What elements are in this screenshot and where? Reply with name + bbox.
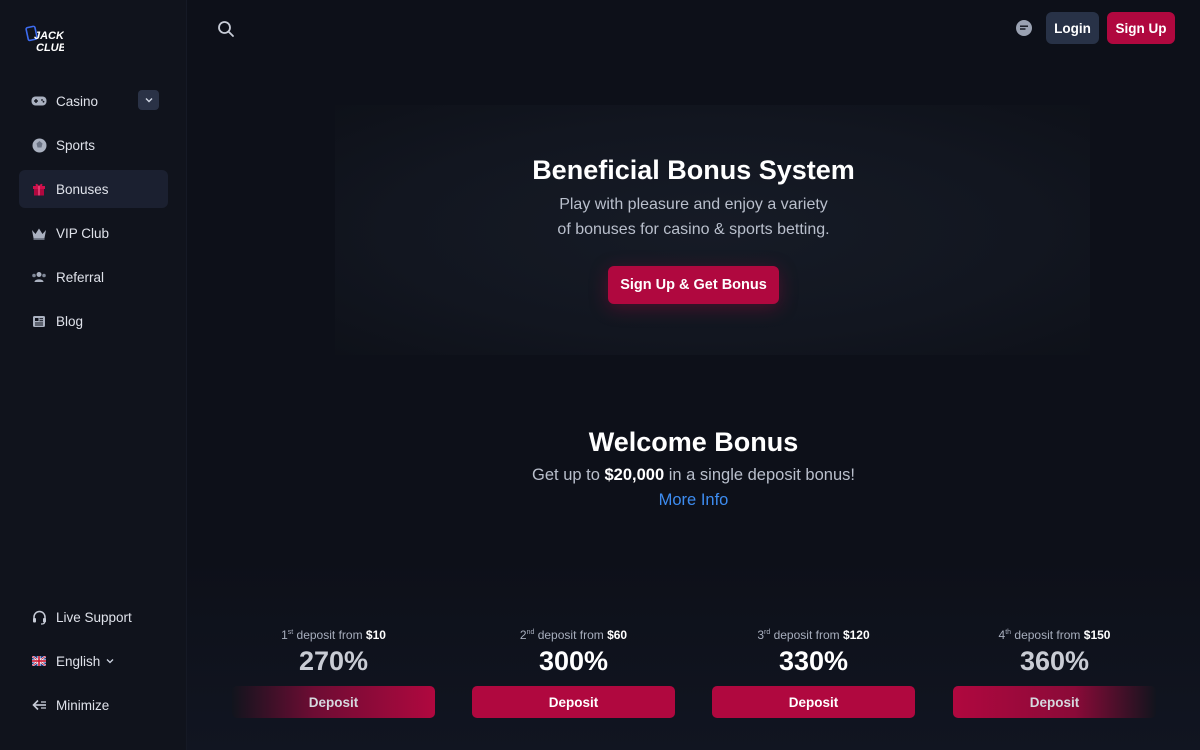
deposit-label-text: deposit from <box>1011 628 1084 642</box>
language-selector[interactable]: English <box>19 642 168 680</box>
deposit-label: 3rd deposit from $120 <box>712 628 915 642</box>
minimize-button[interactable]: Minimize <box>19 686 168 724</box>
welcome-sub-prefix: Get up to <box>532 466 605 484</box>
sidebar-item-label: Casino <box>56 93 99 109</box>
language-label: English <box>56 653 101 669</box>
deposit-card: 4th deposit from $150 360% Deposit <box>953 628 1156 718</box>
sidebar-item-label: Blog <box>56 313 84 329</box>
chat-button[interactable] <box>1015 19 1033 37</box>
deposit-card: 3rd deposit from $120 330% Deposit <box>712 628 915 718</box>
svg-text:CLUB: CLUB <box>36 42 64 54</box>
sidebar-item-label: Sports <box>56 137 96 153</box>
minimize-label: Minimize <box>56 697 110 713</box>
chevron-down-icon <box>106 658 114 664</box>
more-info-link[interactable]: More Info <box>187 491 1200 510</box>
users-icon <box>31 269 47 285</box>
deposit-label-text: deposit from <box>770 628 843 642</box>
chevron-down-icon <box>145 98 152 103</box>
search-icon <box>218 21 234 37</box>
jacks-club-logo[interactable]: JACKS CLUB <box>24 22 72 58</box>
deposit-label-text: deposit from <box>293 628 366 642</box>
deposit-card: 2nd deposit from $60 300% Deposit <box>472 628 675 718</box>
sidebar-item-blog[interactable]: Blog <box>19 302 168 340</box>
welcome-bonus-subtitle: Get up to $20,000 in a single deposit bo… <box>187 466 1200 485</box>
sidebar-bottom: Live Support English Minimize <box>19 598 168 730</box>
search-button[interactable] <box>216 19 236 39</box>
gamepad-icon <box>31 93 47 109</box>
deposit-percent: 270% <box>298 646 369 676</box>
deposit-ordinal: 3 <box>757 628 765 642</box>
sidebar-item-vip-club[interactable]: VIP Club <box>19 214 168 252</box>
deposit-min: $120 <box>842 628 870 642</box>
deposit-ordinal: 1 <box>281 628 288 642</box>
deposit-button[interactable]: Deposit <box>472 686 675 718</box>
deposit-min: $10 <box>365 628 386 642</box>
ball-icon <box>31 137 47 153</box>
svg-text:JACKS: JACKS <box>34 30 64 42</box>
login-button[interactable]: Login <box>1046 12 1099 44</box>
deposit-min: $150 <box>1083 628 1111 642</box>
arrow-left-icon <box>31 697 47 713</box>
welcome-sub-amount: $20,000 <box>604 466 665 484</box>
welcome-bonus-title: Welcome Bonus <box>588 427 799 457</box>
deposit-label: 4th deposit from $150 <box>953 628 1156 642</box>
page-title: Beneficial Bonus System <box>532 155 855 185</box>
newspaper-icon <box>31 313 47 329</box>
sidebar-nav: Casino Sports Bonuses VIP Club Referral … <box>19 82 168 346</box>
deposit-label: 2nd deposit from $60 <box>472 628 675 642</box>
deposit-button[interactable]: Deposit <box>232 686 435 718</box>
casino-expand-button[interactable] <box>138 90 159 110</box>
deposit-ordinal: 2 <box>519 628 527 642</box>
hero-subtitle-line: of bonuses for casino & sports betting. <box>557 221 830 238</box>
more-info-label: More Info <box>658 491 729 509</box>
deposit-button[interactable]: Deposit <box>953 686 1156 718</box>
sidebar-item-casino[interactable]: Casino <box>19 82 168 120</box>
uk-flag-icon <box>31 653 47 669</box>
signup-get-bonus-button[interactable]: Sign Up & Get Bonus <box>608 266 779 304</box>
deposit-button[interactable]: Deposit <box>712 686 915 718</box>
deposit-label: 1st deposit from $10 <box>232 628 435 642</box>
sidebar: JACKS CLUB Casino Sports Bonuses <box>0 0 187 750</box>
sidebar-item-referral[interactable]: Referral <box>19 258 168 296</box>
deposit-label-text: deposit from <box>534 628 608 642</box>
signup-button[interactable]: Sign Up <box>1107 12 1175 44</box>
sidebar-item-label: Referral <box>56 269 105 285</box>
hero-subtitle: Play with pleasure and enjoy a variety o… <box>187 192 1200 242</box>
live-support-label: Live Support <box>56 609 132 625</box>
deposit-percent: 360% <box>1019 646 1090 676</box>
headset-icon <box>31 609 47 625</box>
crown-icon <box>31 225 47 241</box>
sidebar-item-label: VIP Club <box>56 225 110 241</box>
chat-icon <box>1016 20 1032 36</box>
hero-subtitle-line: Play with pleasure and enjoy a variety <box>559 196 828 213</box>
deposit-min: $60 <box>607 628 628 642</box>
live-support-button[interactable]: Live Support <box>19 598 168 636</box>
deposit-percent: 300% <box>538 646 609 676</box>
deposit-percent: 330% <box>778 646 849 676</box>
deposit-card: 1st deposit from $10 270% Deposit <box>232 628 435 718</box>
welcome-sub-suffix: in a single deposit bonus! <box>664 466 855 484</box>
